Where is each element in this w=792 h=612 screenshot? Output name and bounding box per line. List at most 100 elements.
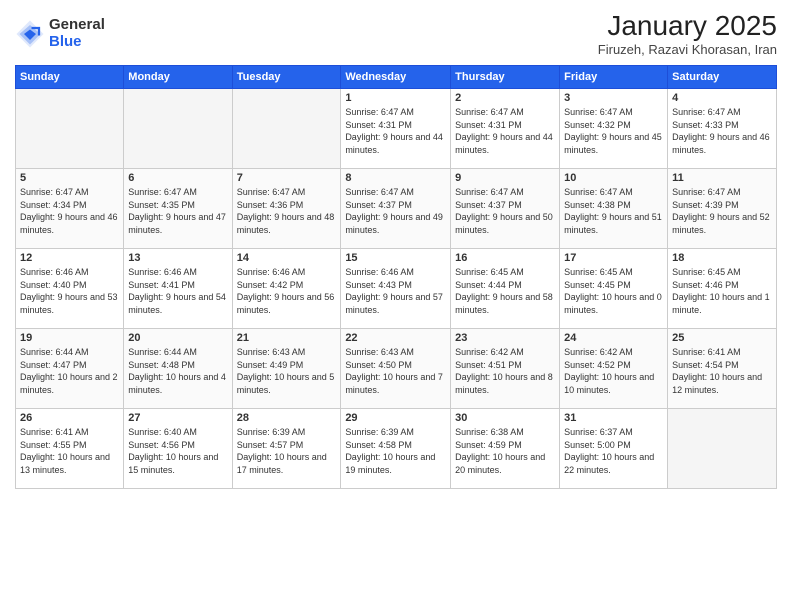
day-info: Sunrise: 6:47 AM Sunset: 4:38 PM Dayligh… xyxy=(564,186,663,236)
week-row-3: 12 Sunrise: 6:46 AM Sunset: 4:40 PM Dayli… xyxy=(16,249,777,329)
day-number: 19 xyxy=(20,332,119,344)
month-title: January 2025 xyxy=(598,10,777,42)
calendar-cell: 16Sunrise: 6:45 AM Sunset: 4:44 PM Dayli… xyxy=(451,249,560,329)
calendar-cell: 15 Sunrise: 6:46 AM Sunset: 4:43 PM Dayli… xyxy=(341,249,451,329)
page-container: General Blue January 2025 Firuzeh, Razav… xyxy=(0,0,792,499)
calendar-cell: 3 Sunrise: 6:47 AM Sunset: 4:32 PM Daylig… xyxy=(560,89,668,169)
day-info: Sunrise: 6:42 AM Sunset: 4:51 PM Dayligh… xyxy=(455,346,555,396)
weekday-header-tuesday: Tuesday xyxy=(232,66,341,89)
title-block: January 2025 Firuzeh, Razavi Khorasan, I… xyxy=(598,10,777,57)
day-number: 1 xyxy=(345,92,446,104)
day-number: 21 xyxy=(237,332,337,344)
day-info: Sunrise: 6:46 AM Sunset: 4:42 PM Dayligh… xyxy=(237,266,337,316)
day-number: 8 xyxy=(345,172,446,184)
day-number: 6 xyxy=(128,172,227,184)
calendar-cell: 6Sunrise: 6:47 AM Sunset: 4:35 PM Daylig… xyxy=(124,169,232,249)
calendar: SundayMondayTuesdayWednesdayThursdayFrid… xyxy=(15,65,777,489)
calendar-cell: 24 Sunrise: 6:42 AM Sunset: 4:52 PM Dayli… xyxy=(560,329,668,409)
calendar-cell: 14 Sunrise: 6:46 AM Sunset: 4:42 PM Dayli… xyxy=(232,249,341,329)
day-number: 10 xyxy=(564,172,663,184)
calendar-cell: 5Sunrise: 6:47 AM Sunset: 4:34 PM Daylig… xyxy=(16,169,124,249)
weekday-header-sunday: Sunday xyxy=(16,66,124,89)
calendar-cell: 17 Sunrise: 6:45 AM Sunset: 4:45 PM Dayli… xyxy=(560,249,668,329)
day-number: 23 xyxy=(455,332,555,344)
logo: General Blue xyxy=(15,17,105,50)
calendar-cell: 31 Sunrise: 6:37 AM Sunset: 5:00 PM Dayli… xyxy=(560,409,668,489)
calendar-cell: 22 Sunrise: 6:43 AM Sunset: 4:50 PM Dayli… xyxy=(341,329,451,409)
calendar-cell: 26 Sunrise: 6:41 AM Sunset: 4:55 PM Dayli… xyxy=(16,409,124,489)
day-info: Sunrise: 6:44 AM Sunset: 4:48 PM Dayligh… xyxy=(128,346,227,396)
day-info: Sunrise: 6:46 AM Sunset: 4:40 PM Dayligh… xyxy=(20,266,119,316)
calendar-cell: 20 Sunrise: 6:44 AM Sunset: 4:48 PM Dayli… xyxy=(124,329,232,409)
calendar-cell xyxy=(232,89,341,169)
day-number: 29 xyxy=(345,412,446,424)
calendar-cell: 4 Sunrise: 6:47 AM Sunset: 4:33 PM Daylig… xyxy=(668,89,777,169)
day-number: 2 xyxy=(455,92,555,104)
day-number: 16 xyxy=(455,252,555,264)
day-info: Sunrise: 6:45 AM Sunset: 4:45 PM Dayligh… xyxy=(564,266,663,316)
week-row-5: 26 Sunrise: 6:41 AM Sunset: 4:55 PM Dayli… xyxy=(16,409,777,489)
day-info: Sunrise: 6:47 AM Sunset: 4:39 PM Dayligh… xyxy=(672,186,772,236)
day-number: 14 xyxy=(237,252,337,264)
day-info: Sunrise: 6:37 AM Sunset: 5:00 PM Dayligh… xyxy=(564,426,663,476)
day-info: Sunrise: 6:47 AM Sunset: 4:33 PM Dayligh… xyxy=(672,106,772,156)
day-number: 18 xyxy=(672,252,772,264)
day-info: Sunrise: 6:41 AM Sunset: 4:55 PM Dayligh… xyxy=(20,426,119,476)
day-info: Sunrise: 6:42 AM Sunset: 4:52 PM Dayligh… xyxy=(564,346,663,396)
calendar-cell: 18Sunrise: 6:45 AM Sunset: 4:46 PM Dayli… xyxy=(668,249,777,329)
day-number: 20 xyxy=(128,332,227,344)
day-number: 11 xyxy=(672,172,772,184)
week-row-2: 5Sunrise: 6:47 AM Sunset: 4:34 PM Daylig… xyxy=(16,169,777,249)
weekday-header-wednesday: Wednesday xyxy=(341,66,451,89)
day-number: 4 xyxy=(672,92,772,104)
weekday-header-friday: Friday xyxy=(560,66,668,89)
weekday-header-saturday: Saturday xyxy=(668,66,777,89)
day-info: Sunrise: 6:43 AM Sunset: 4:50 PM Dayligh… xyxy=(345,346,446,396)
day-info: Sunrise: 6:46 AM Sunset: 4:43 PM Dayligh… xyxy=(345,266,446,316)
calendar-cell: 23 Sunrise: 6:42 AM Sunset: 4:51 PM Dayli… xyxy=(451,329,560,409)
calendar-cell: 2 Sunrise: 6:47 AM Sunset: 4:31 PM Daylig… xyxy=(451,89,560,169)
day-info: Sunrise: 6:47 AM Sunset: 4:32 PM Dayligh… xyxy=(564,106,663,156)
day-number: 24 xyxy=(564,332,663,344)
day-info: Sunrise: 6:47 AM Sunset: 4:31 PM Dayligh… xyxy=(345,106,446,156)
day-number: 17 xyxy=(564,252,663,264)
day-info: Sunrise: 6:47 AM Sunset: 4:31 PM Dayligh… xyxy=(455,106,555,156)
day-number: 12 xyxy=(20,252,119,264)
calendar-cell: 13Sunrise: 6:46 AM Sunset: 4:41 PM Dayli… xyxy=(124,249,232,329)
day-info: Sunrise: 6:46 AM Sunset: 4:41 PM Dayligh… xyxy=(128,266,227,316)
location: Firuzeh, Razavi Khorasan, Iran xyxy=(598,42,777,57)
day-number: 30 xyxy=(455,412,555,424)
day-number: 22 xyxy=(345,332,446,344)
day-info: Sunrise: 6:40 AM Sunset: 4:56 PM Dayligh… xyxy=(128,426,227,476)
day-info: Sunrise: 6:47 AM Sunset: 4:37 PM Dayligh… xyxy=(455,186,555,236)
calendar-cell xyxy=(16,89,124,169)
logo-blue-text: Blue xyxy=(49,34,105,51)
logo-text: General Blue xyxy=(49,17,105,50)
day-number: 31 xyxy=(564,412,663,424)
calendar-cell: 8Sunrise: 6:47 AM Sunset: 4:37 PM Daylig… xyxy=(341,169,451,249)
day-info: Sunrise: 6:43 AM Sunset: 4:49 PM Dayligh… xyxy=(237,346,337,396)
calendar-cell: 25 Sunrise: 6:41 AM Sunset: 4:54 PM Dayli… xyxy=(668,329,777,409)
calendar-cell: 29 Sunrise: 6:39 AM Sunset: 4:58 PM Dayli… xyxy=(341,409,451,489)
week-row-4: 19 Sunrise: 6:44 AM Sunset: 4:47 PM Dayli… xyxy=(16,329,777,409)
calendar-cell: 9Sunrise: 6:47 AM Sunset: 4:37 PM Daylig… xyxy=(451,169,560,249)
weekday-header-monday: Monday xyxy=(124,66,232,89)
calendar-cell: 30Sunrise: 6:38 AM Sunset: 4:59 PM Dayli… xyxy=(451,409,560,489)
day-info: Sunrise: 6:41 AM Sunset: 4:54 PM Dayligh… xyxy=(672,346,772,396)
day-number: 25 xyxy=(672,332,772,344)
day-info: Sunrise: 6:39 AM Sunset: 4:57 PM Dayligh… xyxy=(237,426,337,476)
day-info: Sunrise: 6:47 AM Sunset: 4:36 PM Dayligh… xyxy=(237,186,337,236)
calendar-cell: 7Sunrise: 6:47 AM Sunset: 4:36 PM Daylig… xyxy=(232,169,341,249)
day-info: Sunrise: 6:44 AM Sunset: 4:47 PM Dayligh… xyxy=(20,346,119,396)
day-number: 3 xyxy=(564,92,663,104)
calendar-cell: 11 Sunrise: 6:47 AM Sunset: 4:39 PM Dayli… xyxy=(668,169,777,249)
calendar-cell: 12 Sunrise: 6:46 AM Sunset: 4:40 PM Dayli… xyxy=(16,249,124,329)
day-info: Sunrise: 6:39 AM Sunset: 4:58 PM Dayligh… xyxy=(345,426,446,476)
logo-general-text: General xyxy=(49,17,105,34)
day-number: 27 xyxy=(128,412,227,424)
day-number: 15 xyxy=(345,252,446,264)
week-row-1: 1 Sunrise: 6:47 AM Sunset: 4:31 PM Daylig… xyxy=(16,89,777,169)
day-number: 28 xyxy=(237,412,337,424)
day-info: Sunrise: 6:47 AM Sunset: 4:34 PM Dayligh… xyxy=(20,186,119,236)
day-number: 26 xyxy=(20,412,119,424)
